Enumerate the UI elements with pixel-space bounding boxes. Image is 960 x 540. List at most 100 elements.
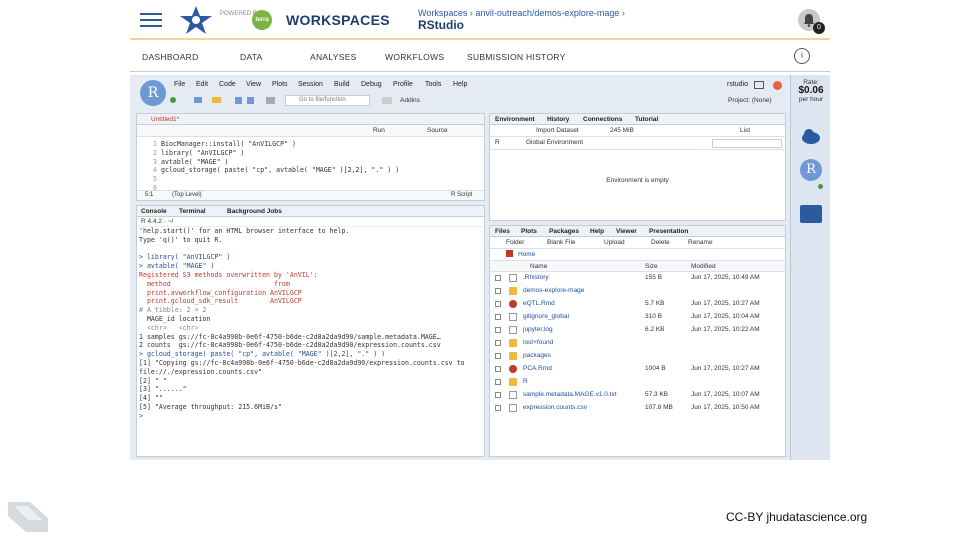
scope-indicator[interactable]: (Top Level) (172, 192, 202, 198)
menu-edit[interactable]: Edit (196, 81, 208, 88)
file-row[interactable]: gitignore_global 310 B Jun 17, 2025, 10:04… (490, 311, 785, 324)
save-icon[interactable] (235, 97, 242, 104)
upload-button[interactable]: Upload (604, 239, 625, 246)
file-checkbox[interactable] (495, 392, 501, 398)
file-name[interactable]: expression.counts.csv (523, 404, 587, 411)
file-checkbox[interactable] (495, 275, 501, 281)
run-button[interactable]: Run (373, 127, 385, 134)
file-row[interactable]: R (490, 376, 785, 389)
col-size-header[interactable]: Size (645, 263, 658, 270)
tab-environment[interactable]: Environment (495, 116, 535, 123)
file-name[interactable]: jupyter.log (523, 326, 553, 333)
file-checkbox[interactable] (495, 353, 501, 359)
tab-workflows[interactable]: WORKFLOWS (385, 52, 444, 62)
menu-code[interactable]: Code (219, 81, 236, 88)
menu-debug[interactable]: Debug (361, 81, 382, 88)
menu-profile[interactable]: Profile (393, 81, 413, 88)
menu-build[interactable]: Build (334, 81, 350, 88)
info-icon[interactable]: i (794, 48, 810, 64)
file-type-indicator[interactable]: R Script (451, 192, 472, 198)
new-project-icon[interactable] (194, 97, 202, 103)
tab-connections[interactable]: Connections (583, 116, 622, 123)
language-select[interactable]: R (495, 139, 500, 146)
file-row[interactable]: demos-explore-mage (490, 285, 785, 298)
file-row[interactable]: packages (490, 350, 785, 363)
layout-icon[interactable] (382, 97, 392, 104)
power-icon[interactable] (773, 81, 782, 90)
file-checkbox[interactable] (495, 379, 501, 385)
save-all-icon[interactable] (247, 97, 254, 104)
file-checkbox[interactable] (495, 288, 501, 294)
tab-console[interactable]: Console (141, 208, 167, 215)
print-icon[interactable] (266, 97, 275, 104)
addins-menu[interactable]: Addins (400, 97, 420, 104)
env-search-input[interactable] (712, 139, 782, 148)
tab-analyses[interactable]: ANALYSES (310, 52, 357, 62)
open-file-icon[interactable] (212, 97, 221, 103)
hamburger-menu-icon[interactable] (140, 10, 162, 28)
menu-file[interactable]: File (174, 81, 185, 88)
signout-icon[interactable] (754, 81, 764, 89)
file-name[interactable]: lost+found (523, 339, 553, 346)
file-name[interactable]: sample.metadata.MAGE.v1.0.txt (523, 391, 617, 398)
tab-data[interactable]: DATA (240, 52, 263, 62)
file-row[interactable]: .Rhistory 155 B Jun 17, 2025, 10:49 AM (490, 272, 785, 285)
rstudio-app-icon[interactable]: R (800, 159, 822, 181)
tab-terminal[interactable]: Terminal (179, 208, 206, 215)
file-row[interactable]: jupyter.log 6.2 KB Jun 17, 2025, 10:22 AM (490, 324, 785, 337)
file-checkbox[interactable] (495, 327, 501, 333)
new-folder-button[interactable]: Folder (506, 239, 524, 246)
goto-file-input[interactable]: Go to file/function (285, 95, 370, 106)
breadcrumb[interactable]: Workspaces › anvil-outreach/demos-explor… (418, 8, 625, 18)
editor-tab[interactable]: Untitled1* (151, 116, 179, 123)
blank-file-button[interactable]: Blank File (547, 239, 576, 246)
source-button[interactable]: Source (427, 127, 448, 134)
tab-tutorial[interactable]: Tutorial (635, 116, 658, 123)
file-row[interactable]: expression.counts.csv 107.8 MB Jun 17, 202… (490, 402, 785, 415)
tab-files[interactable]: Files (495, 228, 510, 235)
menu-session[interactable]: Session (298, 81, 323, 88)
file-name[interactable]: R (523, 378, 528, 385)
tab-dashboard[interactable]: DASHBOARD (142, 52, 199, 62)
folder-icon[interactable] (800, 205, 822, 223)
list-view-toggle[interactable]: List (740, 127, 750, 134)
menu-plots[interactable]: Plots (272, 81, 288, 88)
file-checkbox[interactable] (495, 405, 501, 411)
col-modified-header[interactable]: Modified (691, 263, 716, 270)
file-name[interactable]: .Rhistory (523, 274, 549, 281)
tab-submission-history[interactable]: SUBMISSION HISTORY (467, 52, 566, 62)
global-env-select[interactable]: Global Environment (526, 139, 583, 146)
file-name[interactable]: gitignore_global (523, 313, 569, 320)
code-lines[interactable]: BiocManager::install( "AnVILGCP" ) libra… (161, 140, 399, 175)
col-name-header[interactable]: Name (530, 263, 547, 270)
menu-tools[interactable]: Tools (425, 81, 441, 88)
project-menu[interactable]: Project: (None) (728, 97, 772, 104)
file-row[interactable]: lost+found (490, 337, 785, 350)
tab-viewer[interactable]: Viewer (616, 228, 637, 235)
rename-button[interactable]: Rename (688, 239, 713, 246)
cloud-environment-icon[interactable] (800, 125, 822, 147)
file-row[interactable]: eQTL.Rmd 5.7 KB Jun 17, 2025, 10:27 AM (490, 298, 785, 311)
file-name[interactable]: packages (523, 352, 551, 359)
file-row[interactable]: sample.metadata.MAGE.v1.0.txt 57.3 KB Jun … (490, 389, 785, 402)
home-breadcrumb[interactable]: Home (518, 251, 535, 258)
menu-view[interactable]: View (246, 81, 261, 88)
tab-plots[interactable]: Plots (521, 228, 537, 235)
tab-presentation[interactable]: Presentation (649, 228, 688, 235)
file-checkbox[interactable] (495, 301, 501, 307)
console-output[interactable]: 'help.start()' for an HTML browser inter… (137, 227, 484, 421)
file-checkbox[interactable] (495, 314, 501, 320)
new-file-icon[interactable] (170, 97, 176, 103)
import-dataset-button[interactable]: Import Dataset (536, 127, 579, 134)
tab-history[interactable]: History (547, 116, 569, 123)
app-name[interactable]: WORKSPACES (286, 12, 390, 28)
tab-background-jobs[interactable]: Background Jobs (227, 208, 282, 215)
file-checkbox[interactable] (495, 366, 501, 372)
delete-button[interactable]: Delete (651, 239, 670, 246)
file-name[interactable]: demos-explore-mage (523, 287, 584, 294)
file-checkbox[interactable] (495, 340, 501, 346)
memory-usage[interactable]: 245 MiB (610, 127, 634, 134)
file-name[interactable]: PCA.Rmd (523, 365, 552, 372)
file-row[interactable]: PCA.Rmd 1004 B Jun 17, 2025, 10:27 AM (490, 363, 785, 376)
tab-packages[interactable]: Packages (549, 228, 579, 235)
